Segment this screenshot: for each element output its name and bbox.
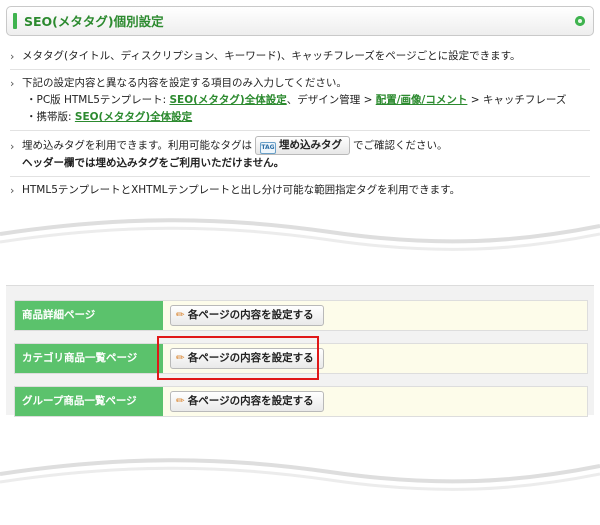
set-page-content-button[interactable]: ✏ 各ページの内容を設定する [170, 348, 324, 369]
embed-suffix: でご確認ください。 [352, 139, 448, 152]
row-label: カテゴリ商品一覧ページ [15, 344, 163, 373]
pencil-icon: ✏ [176, 395, 185, 407]
row-label: グループ商品一覧ページ [15, 387, 163, 416]
page-settings-table: 商品詳細ページ ✏ 各ページの内容を設定する カテゴリ商品一覧ページ ✏ 各ページの… [6, 285, 594, 417]
pencil-icon: ✏ [176, 309, 185, 321]
embed-warning: ヘッダー欄では埋め込みタグをご利用いただけません。 [22, 157, 285, 169]
table-row: カテゴリ商品一覧ページ ✏ 各ページの内容を設定する [14, 343, 588, 374]
pencil-icon: ✏ [176, 352, 185, 364]
mobile-line: ・携帯版: SEO(メタタグ)全体設定 [22, 109, 590, 126]
mobile-seo-settings-link[interactable]: SEO(メタタグ)全体設定 [75, 111, 192, 123]
set-page-content-button[interactable]: ✏ 各ページの内容を設定する [170, 391, 324, 412]
mobile-prefix: ・携帯版: [26, 111, 75, 123]
chevron-right-icon: › [10, 50, 15, 63]
note-item: › メタタグ(タイトル、ディスクリプション、キーワード)、キャッチフレーズをペー… [10, 44, 590, 69]
notes-list: › メタタグ(タイトル、ディスクリプション、キーワード)、キャッチフレーズをペー… [10, 44, 590, 203]
section-header: SEO(メタタグ)個別設定 [6, 6, 594, 36]
tag-icon: TAG [259, 142, 276, 154]
embed-prefix: 埋め込みタグを利用できます。利用可能なタグは [22, 139, 252, 152]
seo-global-settings-link[interactable]: SEO(メタタグ)全体設定 [169, 94, 286, 106]
embed-tag-button[interactable]: TAG 埋め込みタグ [254, 136, 350, 155]
note-text: メタタグ(タイトル、ディスクリプション、キーワード)、キャッチフレーズをページご… [22, 50, 521, 62]
button-label: 各ページの内容を設定する [187, 352, 314, 364]
chevron-right-icon: › [10, 184, 15, 197]
table-row: グループ商品一覧ページ ✏ 各ページの内容を設定する [14, 386, 588, 417]
embed-tag-line: 埋め込みタグを利用できます。利用可能なタグは TAG 埋め込みタグ でご確認ください。 [22, 136, 590, 155]
pc-prefix: ・PC版 HTML5テンプレート: [26, 94, 170, 106]
note-item: › 埋め込みタグを利用できます。利用可能なタグは TAG 埋め込みタグ でご確認くださ… [10, 130, 590, 176]
table-row: 商品詳細ページ ✏ 各ページの内容を設定する [14, 300, 588, 331]
pc-template-line: ・PC版 HTML5テンプレート: SEO(メタタグ)全体設定、デザイン管理 >… [22, 92, 590, 109]
button-label: 各ページの内容を設定する [187, 395, 314, 407]
wave-separator [0, 218, 600, 251]
chevron-right-icon: › [10, 140, 15, 153]
note-text: HTML5テンプレートとXHTMLテンプレートと出し分け可能な範囲指定タグを利用… [22, 184, 461, 196]
collapse-toggle-icon[interactable] [575, 16, 585, 26]
button-label: 各ページの内容を設定する [187, 309, 314, 321]
chevron-right-icon: › [10, 77, 15, 90]
page-title: SEO(メタタグ)個別設定 [24, 14, 164, 29]
note-text: 下記の設定内容と異なる内容を設定する項目のみ入力してください。 [22, 77, 347, 89]
pc-suffix: > キャッチフレーズ [467, 94, 567, 106]
wave-separator [0, 458, 600, 491]
layout-image-comment-link[interactable]: 配置/画像/コメント [376, 94, 468, 106]
embed-tag-button-label: 埋め込みタグ [278, 139, 342, 151]
note-item: › 下記の設定内容と異なる内容を設定する項目のみ入力してください。 ・PC版 H… [10, 69, 590, 130]
row-label: 商品詳細ページ [15, 301, 163, 330]
header-accent-bar [13, 13, 17, 29]
pc-mid-text: 、デザイン管理 > [286, 94, 376, 106]
set-page-content-button[interactable]: ✏ 各ページの内容を設定する [170, 305, 324, 326]
note-item: › HTML5テンプレートとXHTMLテンプレートと出し分け可能な範囲指定タグを… [10, 176, 590, 203]
